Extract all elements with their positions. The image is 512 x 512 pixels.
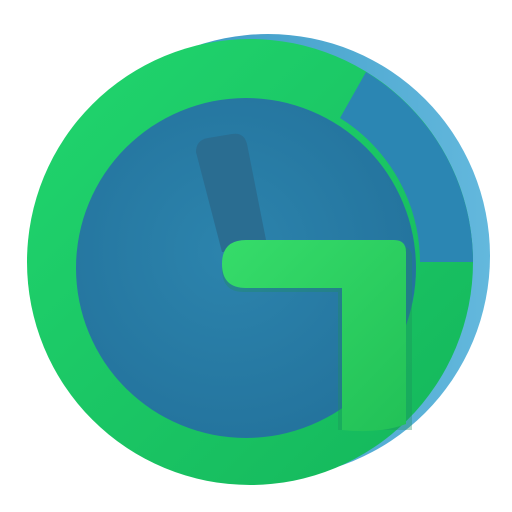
clock-icon bbox=[27, 34, 490, 485]
app-icon bbox=[0, 0, 512, 512]
